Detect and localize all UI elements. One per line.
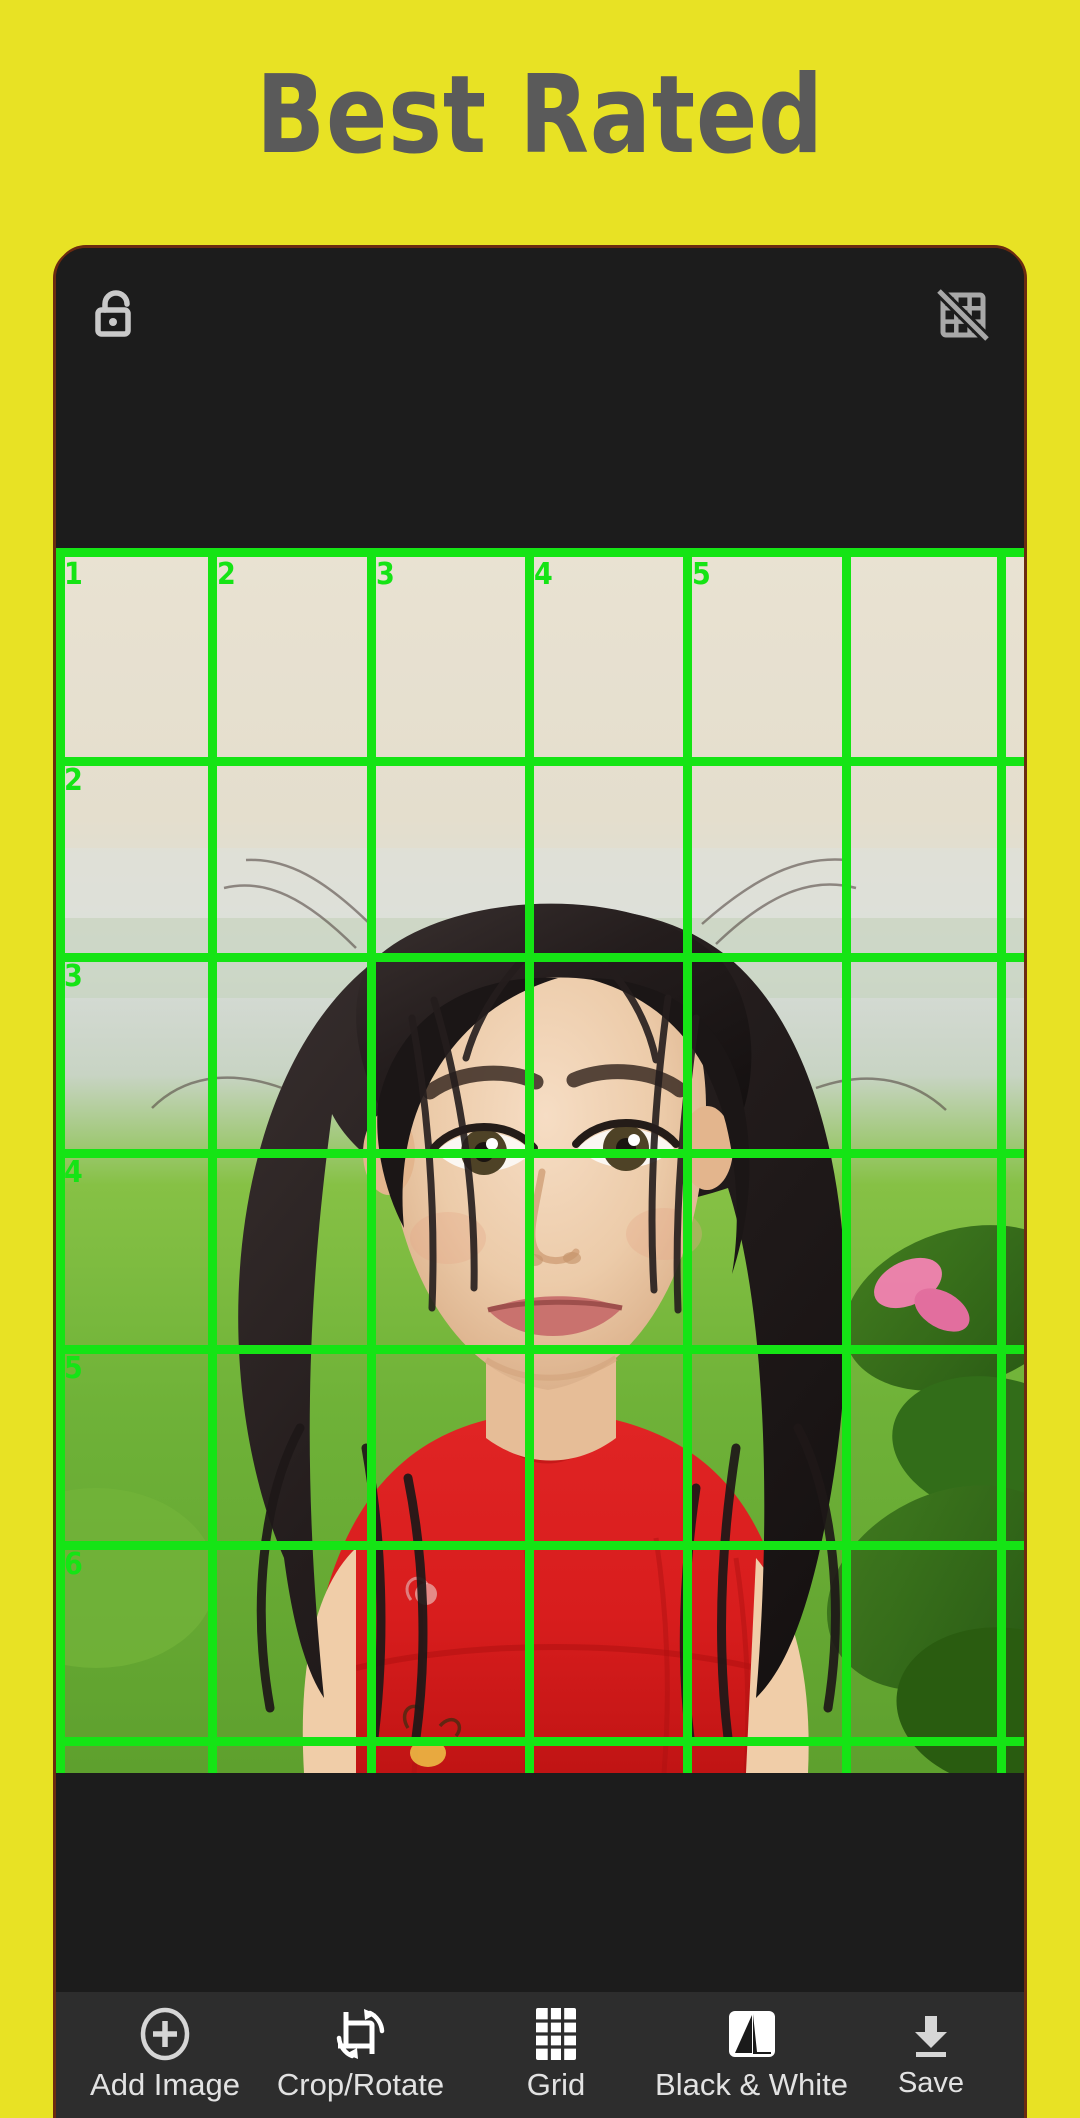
app-top-bar <box>56 248 1024 548</box>
download-icon <box>907 2012 955 2060</box>
plus-circle-icon <box>138 2006 192 2062</box>
black-white-label: Black & White <box>655 2067 848 2102</box>
bottom-toolbar: Add Image Crop/Rotate Grid Black & White… <box>56 1992 1024 2118</box>
grid-button[interactable]: Grid <box>465 1992 647 2102</box>
black-white-icon <box>726 2006 778 2062</box>
crop-rotate-label: Crop/Rotate <box>276 2067 445 2102</box>
grid-off-icon[interactable] <box>934 286 992 344</box>
phone-frame: 1 2 3 4 5 2 3 4 5 6 Add Image Crop/Rotat… <box>56 248 1024 2118</box>
add-image-label: Add Image <box>90 2067 240 2102</box>
save-button[interactable]: Save <box>856 1992 1006 2100</box>
editor-canvas[interactable]: 1 2 3 4 5 2 3 4 5 6 <box>56 548 1024 1773</box>
photo-preview <box>56 548 1024 1773</box>
unlock-icon[interactable] <box>88 286 146 344</box>
save-label: Save <box>897 2067 965 2099</box>
add-image-button[interactable]: Add Image <box>74 1992 256 2102</box>
grid-label: Grid <box>526 2067 586 2102</box>
crop-rotate-button[interactable]: Crop/Rotate <box>270 1992 452 2102</box>
grid-icon <box>534 2006 578 2062</box>
page-title: Best Rated <box>256 53 824 178</box>
crop-rotate-icon <box>332 2006 390 2062</box>
editor-background <box>56 1773 1024 1992</box>
black-white-button[interactable]: Black & White <box>655 1992 848 2102</box>
